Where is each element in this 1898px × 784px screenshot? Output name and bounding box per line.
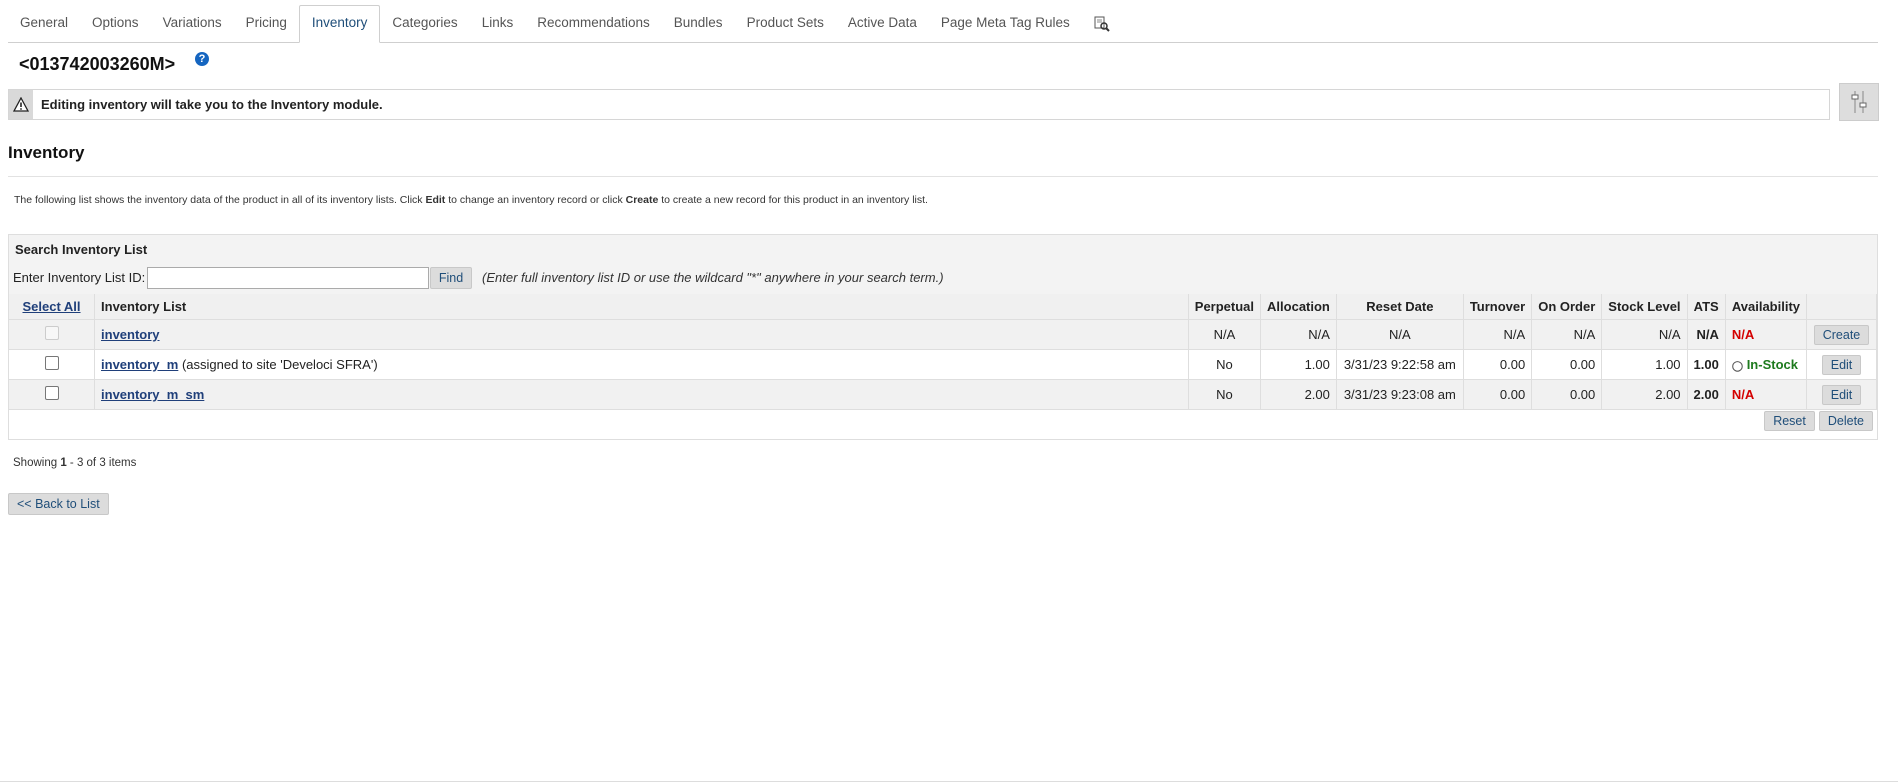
table-row: inventory N/A N/A N/A N/A N/A N/A N/A N/… bbox=[9, 319, 1877, 350]
site-assignment-note: (assigned to site 'Develoci SFRA') bbox=[181, 357, 378, 372]
col-reset-date: Reset Date bbox=[1336, 294, 1464, 320]
col-availability: Availability bbox=[1725, 294, 1808, 320]
description: The following list shows the inventory d… bbox=[14, 194, 928, 206]
back-to-list-button[interactable]: << Back to List bbox=[8, 493, 109, 515]
cell-stock-level: N/A bbox=[1601, 319, 1688, 350]
delete-button[interactable]: Delete bbox=[1818, 411, 1873, 431]
pagination-summary: Showing 1 - 3 of 3 items bbox=[13, 457, 137, 469]
cell-stock-level: 2.00 bbox=[1601, 379, 1688, 410]
cell-perpetual: N/A bbox=[1188, 319, 1262, 350]
tab-product-sets[interactable]: Product Sets bbox=[735, 6, 836, 42]
inventory-list-id-input[interactable] bbox=[147, 267, 429, 289]
col-ats: ATS bbox=[1687, 294, 1726, 320]
warning-icon bbox=[9, 90, 33, 119]
table-row: inventory_m (assigned to site 'Develoci … bbox=[9, 349, 1877, 380]
cell-on-order: N/A bbox=[1531, 319, 1603, 350]
notice-text: Editing inventory will take you to the I… bbox=[41, 97, 383, 112]
tab-categories[interactable]: Categories bbox=[380, 6, 469, 42]
cell-perpetual: No bbox=[1188, 349, 1262, 380]
inventory-panel: Search Inventory List Enter Inventory Li… bbox=[8, 234, 1878, 440]
cell-on-order: 0.00 bbox=[1531, 379, 1603, 410]
tab-variations[interactable]: Variations bbox=[151, 6, 234, 42]
cell-ats: N/A bbox=[1687, 319, 1726, 350]
tab-active-data[interactable]: Active Data bbox=[836, 6, 929, 42]
tab-page-meta-tag-rules[interactable]: Page Meta Tag Rules bbox=[929, 6, 1082, 42]
find-button[interactable]: Find bbox=[430, 267, 472, 289]
col-stock-level: Stock Level bbox=[1601, 294, 1688, 320]
bottom-divider bbox=[0, 781, 1898, 782]
cell-on-order: 0.00 bbox=[1531, 349, 1603, 380]
cell-reset-date: 3/31/23 9:23:08 am bbox=[1336, 379, 1464, 410]
col-inventory-list: Inventory List bbox=[94, 294, 1189, 320]
cell-allocation: 1.00 bbox=[1260, 349, 1337, 380]
inventory-list-link[interactable]: inventory_m_sm bbox=[101, 387, 204, 402]
cell-allocation: N/A bbox=[1260, 319, 1337, 350]
tab-general[interactable]: General bbox=[8, 6, 80, 42]
cell-availability: N/A bbox=[1725, 319, 1808, 350]
tab-bundles[interactable]: Bundles bbox=[662, 6, 735, 42]
search-hint: (Enter full inventory list ID or use the… bbox=[482, 270, 944, 285]
cell-allocation: 2.00 bbox=[1260, 379, 1337, 410]
tab-links[interactable]: Links bbox=[470, 6, 526, 42]
row-checkbox[interactable] bbox=[44, 356, 59, 370]
select-all-link[interactable]: Select All bbox=[22, 299, 80, 314]
product-title: <013742003260M> bbox=[19, 54, 176, 74]
cell-availability: ◯ In-Stock bbox=[1725, 349, 1808, 380]
cell-turnover: 0.00 bbox=[1463, 379, 1533, 410]
table-actions: Reset Delete bbox=[1764, 411, 1873, 431]
col-turnover: Turnover bbox=[1463, 294, 1533, 320]
tab-recommendations[interactable]: Recommendations bbox=[525, 6, 662, 42]
cell-reset-date: 3/31/23 9:22:58 am bbox=[1336, 349, 1464, 380]
in-stock-icon: ◯ bbox=[1731, 361, 1744, 372]
tab-options[interactable]: Options bbox=[80, 6, 151, 42]
row-checkbox[interactable] bbox=[44, 386, 59, 400]
row-checkbox bbox=[44, 326, 59, 340]
tab-pricing[interactable]: Pricing bbox=[234, 6, 299, 42]
col-actions bbox=[1806, 294, 1877, 320]
search-label: Enter Inventory List ID: bbox=[13, 270, 146, 285]
create-button[interactable]: Create bbox=[1813, 324, 1870, 345]
preview-search-icon[interactable] bbox=[1082, 6, 1122, 42]
edit-button[interactable]: Edit bbox=[1821, 384, 1862, 405]
edit-button[interactable]: Edit bbox=[1821, 354, 1862, 375]
cell-turnover: N/A bbox=[1463, 319, 1533, 350]
tab-bar: General Options Variations Pricing Inven… bbox=[8, 5, 1878, 43]
info-notice: Editing inventory will take you to the I… bbox=[8, 89, 1830, 120]
inventory-list-link[interactable]: inventory bbox=[101, 327, 160, 342]
table-row: inventory_m_sm No 2.00 3/31/23 9:23:08 a… bbox=[9, 379, 1877, 410]
cell-reset-date: N/A bbox=[1336, 319, 1464, 350]
cell-turnover: 0.00 bbox=[1463, 349, 1533, 380]
col-on-order: On Order bbox=[1531, 294, 1603, 320]
cell-ats: 1.00 bbox=[1687, 349, 1726, 380]
search-section: Search Inventory List Enter Inventory Li… bbox=[9, 235, 1877, 295]
tab-inventory[interactable]: Inventory bbox=[298, 5, 381, 43]
inventory-table: Select All Inventory List Perpetual Allo… bbox=[9, 294, 1877, 410]
cell-ats: 2.00 bbox=[1687, 379, 1726, 410]
divider bbox=[8, 176, 1878, 177]
col-allocation: Allocation bbox=[1260, 294, 1337, 320]
reset-button[interactable]: Reset bbox=[1764, 411, 1815, 431]
section-title: Inventory bbox=[8, 143, 85, 162]
col-perpetual: Perpetual bbox=[1188, 294, 1262, 320]
cell-availability: N/A bbox=[1725, 379, 1808, 410]
search-title: Search Inventory List bbox=[15, 242, 148, 257]
inventory-list-link[interactable]: inventory_m bbox=[101, 357, 178, 372]
settings-sliders-icon[interactable] bbox=[1839, 83, 1879, 121]
cell-perpetual: No bbox=[1188, 379, 1262, 410]
help-icon[interactable]: ? bbox=[195, 52, 209, 66]
cell-stock-level: 1.00 bbox=[1601, 349, 1688, 380]
